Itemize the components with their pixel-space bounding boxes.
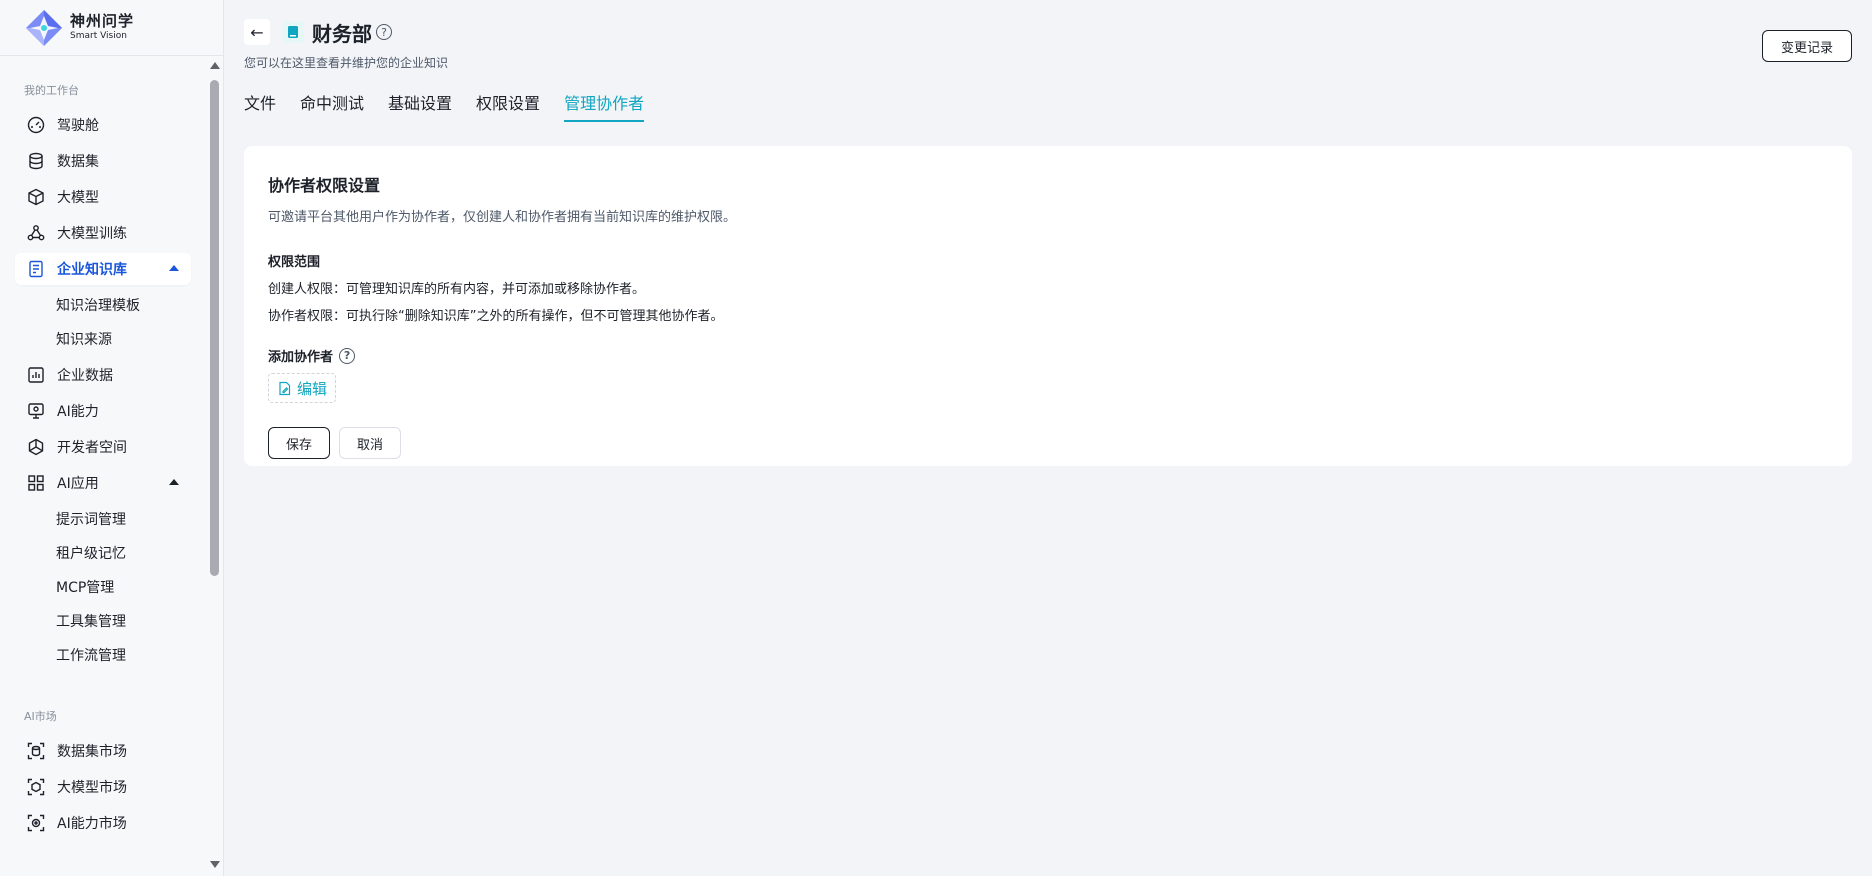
nav-item-dataset-market[interactable]: 数据集市场 [15,735,191,767]
scan-target-icon [27,814,45,832]
logo-name-cn: 神州问学 [70,12,135,30]
nav-sub-governance-template[interactable]: 知识治理模板 [15,289,191,321]
nav-item-label: AI应用 [57,476,99,492]
card-description: 可邀请平台其他用户作为协作者，仅创建人和协作者拥有当前知识库的维护权限。 [268,210,737,225]
nav-item-label: 驾驶舱 [57,118,99,134]
nav-item-developer-space[interactable]: 开发者空间 [15,431,191,463]
tab-basic-settings[interactable]: 基础设置 [388,90,452,122]
page-header: ← 财务部 ? 您可以在这里查看并维护您的企业知识 [244,18,448,71]
tab-hit-test[interactable]: 命中测试 [300,90,364,122]
collaborator-settings-card: 协作者权限设置 可邀请平台其他用户作为协作者，仅创建人和协作者拥有当前知识库的维… [244,146,1852,466]
nav-sub-prompt-management[interactable]: 提示词管理 [15,503,191,535]
page-title: 财务部 [312,21,372,46]
nav-item-ai-capability-market[interactable]: AI能力市场 [15,807,191,839]
nav-sub-mcp-management[interactable]: MCP管理 [15,571,191,603]
nav-item-label: 大模型训练 [57,226,127,242]
sidebar: 神州问学 Smart Vision 我的工作台 驾驶舱 数据集 大模型 大模型训… [0,0,224,876]
form-actions: 保存 取消 [268,427,1828,459]
scope-title: 权限范围 [268,255,321,270]
cube-icon [27,188,45,206]
nav-item-knowledge-base[interactable]: 企业知识库 [15,253,191,285]
nav-item-llm-market[interactable]: 大模型市场 [15,771,191,803]
nav-item-cockpit[interactable]: 驾驶舱 [15,109,191,141]
nav-item-label: 大模型 [57,190,99,206]
nav-item-label: 开发者空间 [57,440,127,456]
nav-item-label: 企业数据 [57,368,113,384]
scroll-down-arrow-icon[interactable] [210,861,220,868]
chevron-up-icon[interactable] [169,265,179,271]
nav-section-market: AI市场 [24,710,57,723]
nav-sub-workflow-management[interactable]: 工作流管理 [15,639,191,671]
nav-item-label: AI能力 [57,404,99,420]
logo-name-en: Smart Vision [70,31,127,41]
nav-item-label: AI能力市场 [57,816,127,832]
network-icon [27,224,45,242]
nav-item-ai-capability[interactable]: AI能力 [15,395,191,427]
nav-item-enterprise-data[interactable]: 企业数据 [15,359,191,391]
book-icon [282,21,304,43]
database-icon [27,152,45,170]
scroll-thumb[interactable] [210,80,219,576]
scope-creator: 创建人权限：可管理知识库的所有内容，并可添加或移除协作者。 [268,282,646,297]
sidebar-scrollbar[interactable] [208,60,222,872]
tab-permission-settings[interactable]: 权限设置 [476,90,540,122]
gauge-icon [27,116,45,134]
scope-collaborator: 协作者权限：可执行除“删除知识库”之外的所有操作，但不可管理其他协作者。 [268,309,724,324]
help-icon[interactable]: ? [339,347,356,364]
nav-item-label: 大模型市场 [57,780,127,796]
edit-document-icon [279,381,291,395]
nav-item-dataset[interactable]: 数据集 [15,145,191,177]
nav-sub-knowledge-source[interactable]: 知识来源 [15,323,191,355]
add-collaborator-label: 添加协作者 ? [268,346,1828,365]
tab-files[interactable]: 文件 [244,90,276,122]
edit-label: 编辑 [297,379,328,398]
grid-icon [27,474,45,492]
logo[interactable]: 神州问学 Smart Vision [0,0,223,56]
card-title: 协作者权限设置 [268,176,381,195]
monitor-icon [27,402,45,420]
cancel-button[interactable]: 取消 [339,427,401,459]
scan-cube-icon [27,778,45,796]
nav-sub-tenant-memory[interactable]: 租户级记忆 [15,537,191,569]
nav-menu: 我的工作台 驾驶舱 数据集 大模型 大模型训练 企业知识库 知识治理模板 知识来… [0,57,206,876]
save-button[interactable]: 保存 [268,427,330,459]
tab-manage-collaborators[interactable]: 管理协作者 [564,90,645,122]
page-subtitle: 您可以在这里查看并维护您的企业知识 [244,56,449,70]
help-icon[interactable]: ? [376,24,392,40]
nav-item-llm[interactable]: 大模型 [15,181,191,213]
logo-mark-icon [26,9,62,46]
knowledge-icon [27,260,45,278]
scroll-up-arrow-icon[interactable] [210,62,220,69]
nav-item-llm-training[interactable]: 大模型训练 [15,217,191,249]
nav-item-label: 企业知识库 [57,262,127,278]
change-log-button[interactable]: 变更记录 [1762,30,1852,62]
scan-database-icon [27,742,45,760]
add-collaborator-text: 添加协作者 [268,350,334,365]
hexagon-icon [27,438,45,456]
nav-sub-toolset-management[interactable]: 工具集管理 [15,605,191,637]
nav-section-workbench: 我的工作台 [24,84,79,97]
arrow-left-icon: ← [250,22,264,42]
back-button[interactable]: ← [244,19,270,45]
nav-item-label: 数据集 [57,154,99,170]
main-content: ← 财务部 ? 您可以在这里查看并维护您的企业知识 变更记录 文件 命中测试 基… [224,0,1872,876]
tab-bar: 文件 命中测试 基础设置 权限设置 管理协作者 [244,90,668,122]
chart-icon [27,366,45,384]
edit-collaborators-button[interactable]: 编辑 [268,373,337,403]
nav-item-ai-apps[interactable]: AI应用 [15,467,191,499]
nav-item-label: 数据集市场 [57,744,127,760]
chevron-up-icon[interactable] [169,479,179,485]
